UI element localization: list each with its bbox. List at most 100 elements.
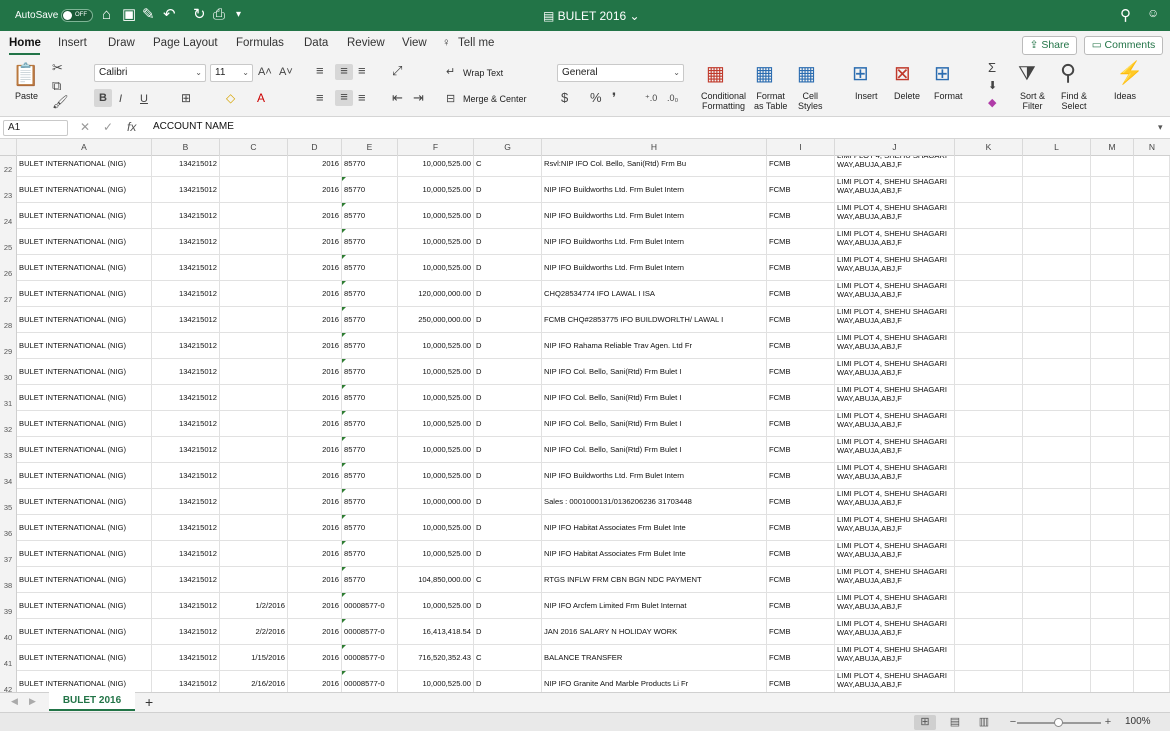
cell-empty[interactable]	[1023, 156, 1091, 177]
cell-empty[interactable]	[1023, 359, 1091, 385]
cell-empty[interactable]	[1091, 203, 1134, 229]
cell-g[interactable]: C	[474, 156, 542, 177]
font-name-dropdown[interactable]: Calibri ⌄	[94, 64, 206, 82]
cell-h[interactable]: BALANCE TRANSFER	[542, 645, 767, 671]
cell-d[interactable]: 2016	[288, 645, 342, 671]
cell-h[interactable]: NIP IFO Buildworths Ltd. Frm Bulet Inter…	[542, 255, 767, 281]
cell-g[interactable]: C	[474, 645, 542, 671]
cell-f[interactable]: 250,000,000.00	[398, 307, 474, 333]
cell-empty[interactable]	[955, 307, 1023, 333]
tab-insert[interactable]: Insert	[58, 37, 87, 49]
row-header[interactable]: 32	[0, 411, 17, 437]
cell-empty[interactable]	[955, 156, 1023, 177]
account-icon[interactable]: ☺	[1147, 6, 1159, 20]
underline-button[interactable]: U	[140, 92, 148, 106]
ideas-button[interactable]: Ideas	[1114, 91, 1136, 101]
cell-g[interactable]: D	[474, 333, 542, 359]
cell-j[interactable]: LIMI PLOT 4, SHEHU SHAGARI WAY,ABUJA,ABJ…	[835, 255, 955, 281]
autosum-icon[interactable]: Σ	[988, 61, 996, 75]
cell-a[interactable]: BULET INTERNATIONAL (NIG)	[17, 593, 152, 619]
cell-i[interactable]: FCMB	[767, 156, 835, 177]
format-as-table-label[interactable]: Format as Table	[754, 91, 787, 111]
cell-i[interactable]: FCMB	[767, 671, 835, 692]
cell-f[interactable]: 120,000,000.00	[398, 281, 474, 307]
decrease-decimal-icon[interactable]: .0₀	[667, 91, 678, 105]
cell-empty[interactable]	[1091, 229, 1134, 255]
row-header[interactable]: 25	[0, 229, 17, 255]
cell-empty[interactable]	[955, 385, 1023, 411]
cell-empty[interactable]	[1134, 385, 1170, 411]
cell-b[interactable]: 134215012	[152, 281, 220, 307]
cell-a[interactable]: BULET INTERNATIONAL (NIG)	[17, 489, 152, 515]
cell-a[interactable]: BULET INTERNATIONAL (NIG)	[17, 567, 152, 593]
tab-home[interactable]: Home	[9, 37, 41, 49]
zoom-slider-handle[interactable]	[1054, 718, 1063, 727]
align-right-icon[interactable]: ≡	[358, 91, 366, 105]
cell-g[interactable]: D	[474, 671, 542, 692]
cell-g[interactable]: D	[474, 437, 542, 463]
cell-empty[interactable]	[1023, 411, 1091, 437]
cell-d[interactable]: 2016	[288, 333, 342, 359]
cell-a[interactable]: BULET INTERNATIONAL (NIG)	[17, 307, 152, 333]
cancel-icon[interactable]: ✕	[80, 120, 90, 134]
cell-empty[interactable]	[955, 567, 1023, 593]
cell-empty[interactable]	[1091, 619, 1134, 645]
tab-review[interactable]: Review	[347, 37, 385, 49]
cell-a[interactable]: BULET INTERNATIONAL (NIG)	[17, 645, 152, 671]
tell-me[interactable]: Tell me	[458, 37, 494, 49]
cell-empty[interactable]	[955, 463, 1023, 489]
formula-input[interactable]: ACCOUNT NAME	[153, 121, 234, 132]
cell-e[interactable]: 85770	[342, 411, 398, 437]
column-header[interactable]: H	[542, 139, 767, 156]
zoom-in-icon[interactable]: +	[1097, 715, 1119, 730]
cell-c[interactable]: 2/16/2016	[220, 671, 288, 692]
cell-j[interactable]: LIMI PLOT 4, SHEHU SHAGARI WAY,ABUJA,ABJ…	[835, 411, 955, 437]
cell-b[interactable]: 134215012	[152, 333, 220, 359]
cell-empty[interactable]	[1023, 281, 1091, 307]
cell-c[interactable]	[220, 541, 288, 567]
font-size-dropdown[interactable]: 11 ⌄	[210, 64, 253, 82]
row-header[interactable]: 38	[0, 567, 17, 593]
cell-b[interactable]: 134215012	[152, 255, 220, 281]
cell-empty[interactable]	[1134, 177, 1170, 203]
insert-cells-button[interactable]: Insert	[855, 91, 878, 101]
merge-center-button[interactable]: Merge & Center	[463, 94, 527, 104]
bold-button[interactable]: B	[94, 89, 112, 107]
italic-button[interactable]: I	[119, 92, 122, 106]
cell-empty[interactable]	[1091, 281, 1134, 307]
cell-g[interactable]: D	[474, 203, 542, 229]
cell-d[interactable]: 2016	[288, 411, 342, 437]
cell-e[interactable]: 85770	[342, 463, 398, 489]
cell-f[interactable]: 16,413,418.54	[398, 619, 474, 645]
cell-empty[interactable]	[955, 333, 1023, 359]
tab-formulas[interactable]: Formulas	[236, 37, 284, 49]
cell-e[interactable]: 85770	[342, 541, 398, 567]
cell-i[interactable]: FCMB	[767, 359, 835, 385]
cell-d[interactable]: 2016	[288, 671, 342, 692]
add-sheet-icon[interactable]: +	[145, 694, 153, 710]
row-header[interactable]: 42	[0, 671, 17, 692]
column-header[interactable]: B	[152, 139, 220, 156]
cell-empty[interactable]	[1091, 515, 1134, 541]
edit-icon[interactable]: ✎	[142, 5, 155, 25]
cell-b[interactable]: 134215012	[152, 463, 220, 489]
cell-i[interactable]: FCMB	[767, 619, 835, 645]
cell-empty[interactable]	[1023, 385, 1091, 411]
cell-e[interactable]: 85770	[342, 437, 398, 463]
cell-empty[interactable]	[955, 489, 1023, 515]
cell-j[interactable]: LIMI PLOT 4, SHEHU SHAGARI WAY,ABUJA,ABJ…	[835, 645, 955, 671]
cell-empty[interactable]	[1091, 645, 1134, 671]
cell-h[interactable]: NIP IFO Rahama Reliable Trav Agen. Ltd F…	[542, 333, 767, 359]
cell-empty[interactable]	[955, 203, 1023, 229]
cell-a[interactable]: BULET INTERNATIONAL (NIG)	[17, 463, 152, 489]
cell-i[interactable]: FCMB	[767, 229, 835, 255]
cell-empty[interactable]	[955, 619, 1023, 645]
search-icon[interactable]: ⚲	[1120, 6, 1131, 24]
cell-a[interactable]: BULET INTERNATIONAL (NIG)	[17, 255, 152, 281]
cell-e[interactable]: 85770	[342, 359, 398, 385]
cell-i[interactable]: FCMB	[767, 177, 835, 203]
cell-i[interactable]: FCMB	[767, 281, 835, 307]
cell-empty[interactable]	[1134, 593, 1170, 619]
cell-c[interactable]	[220, 567, 288, 593]
align-middle-icon[interactable]: ≡	[335, 64, 353, 80]
